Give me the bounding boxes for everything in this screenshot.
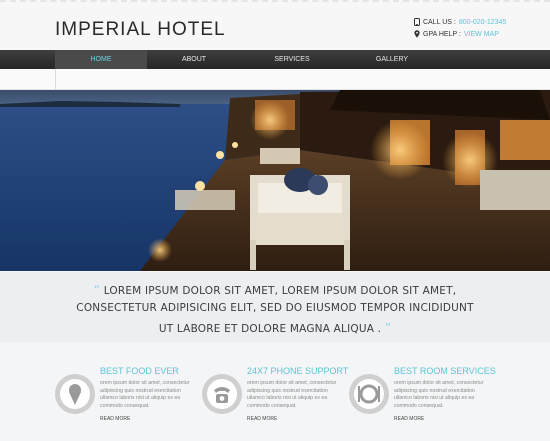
call-us-number[interactable]: 800-020-12345 <box>459 19 507 26</box>
quote-line-3: UT LABORE ET DOLORE MAGNA ALIQUA . ” <box>0 321 550 335</box>
gps-help: GPA HELP : VIEW MAP <box>414 30 499 38</box>
site-logo[interactable]: IMPERIAL HOTEL <box>55 19 226 41</box>
close-quote: ” <box>384 321 392 335</box>
main-nav: HOME ABOUT SERVICES GALLERY <box>0 50 550 69</box>
header-bar: IMPERIAL HOTEL CALL US : 800-020-12345 G… <box>0 0 550 50</box>
icon-bg <box>60 379 90 409</box>
icon-bg <box>207 379 237 409</box>
mobile-icon <box>414 18 420 26</box>
feature-text: orem ipsum dolor sit amet, consectetur a… <box>247 380 337 409</box>
feature-text: orem ipsum dolor sit amet, consectetur a… <box>100 380 190 409</box>
nav-item-services[interactable]: SERVICES <box>246 50 338 69</box>
phone-icon <box>214 387 230 403</box>
quote-text-1: LOREM IPSUM DOLOR SIT AMET, LOREM IPSUM … <box>103 285 457 297</box>
open-quote: “ <box>93 283 101 297</box>
quote-line-1: “ LOREM IPSUM DOLOR SIT AMET, LOREM IPSU… <box>0 283 550 297</box>
quote-section: “ LOREM IPSUM DOLOR SIT AMET, LOREM IPSU… <box>0 272 550 342</box>
read-more-link[interactable]: READ MORE <box>100 416 130 422</box>
feature-icon-circle <box>349 374 389 414</box>
nav-item-gallery[interactable]: GALLERY <box>346 50 438 69</box>
ice-cream-icon <box>69 384 81 405</box>
call-us: CALL US : 800-020-12345 <box>414 18 506 26</box>
quote-line-2: CONSECTETUR ADIPISICING ELIT, SED DO EIU… <box>76 302 474 314</box>
feature-title: 24X7 PHONE SUPPORT <box>247 366 349 376</box>
feature-title: BEST ROOM SERVICES <box>394 366 496 376</box>
feature-title: BEST FOOD EVER <box>100 366 179 376</box>
feature-icon-circle <box>55 374 95 414</box>
divider <box>55 69 56 89</box>
sub-nav-strip <box>0 69 550 90</box>
feature-text: orem ipsum dolor sit amet, consectetur a… <box>394 380 484 409</box>
call-us-label: CALL US : <box>423 18 456 26</box>
hero-image <box>0 90 550 271</box>
quote-text-3: UT LABORE ET DOLORE MAGNA ALIQUA . <box>158 323 382 335</box>
nav-item-about[interactable]: ABOUT <box>148 50 240 69</box>
icon-bg <box>354 379 384 409</box>
view-map-link[interactable]: VIEW MAP <box>464 31 499 38</box>
dining-icon <box>358 384 380 404</box>
map-pin-icon <box>414 30 420 38</box>
nav-item-home[interactable]: HOME <box>55 50 147 69</box>
resort-photo <box>0 90 550 271</box>
feature-icon-circle <box>202 374 242 414</box>
read-more-link[interactable]: READ MORE <box>247 416 277 422</box>
read-more-link[interactable]: READ MORE <box>394 416 424 422</box>
gps-help-label: GPA HELP : <box>423 30 461 38</box>
